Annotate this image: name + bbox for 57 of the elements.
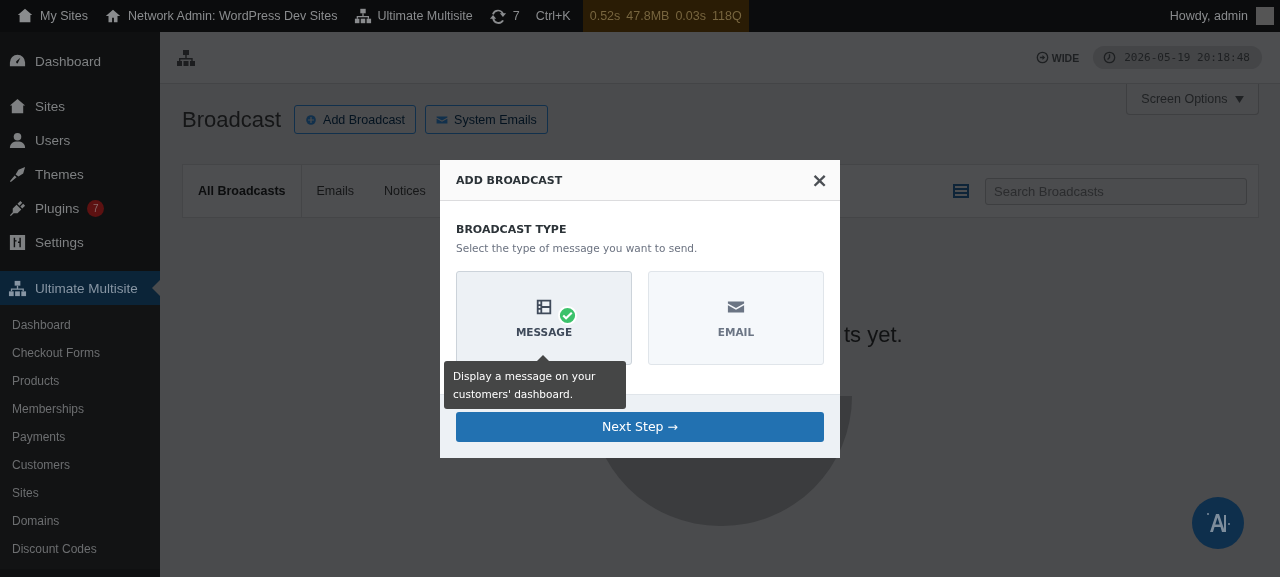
avatar: [1256, 7, 1274, 25]
submenu-item[interactable]: Products: [0, 367, 160, 395]
admin-bar-link[interactable]: Network Admin: WordPress Dev Sites: [95, 0, 346, 32]
submenu-item[interactable]: Payments: [0, 423, 160, 451]
submenu-item[interactable]: Checkout Forms: [0, 339, 160, 367]
submenu-item[interactable]: Sites: [0, 479, 160, 507]
header-button[interactable]: System Emails: [425, 105, 548, 134]
menu-item[interactable]: Plugins 7: [0, 191, 160, 225]
admin-bar-link[interactable]: Ctrl+K: [527, 0, 579, 32]
ai-assistant-button[interactable]: [1192, 497, 1244, 549]
performance-stat: 0.52s: [589, 9, 621, 23]
menu-item[interactable]: Sites: [0, 89, 160, 123]
menu-item[interactable]: Themes: [0, 157, 160, 191]
plug-icon: [8, 198, 27, 218]
performance-stat: 47.8MB: [626, 9, 670, 23]
sitemap-icon: [8, 278, 27, 298]
close-button[interactable]: ×: [809, 168, 830, 192]
refresh-icon: [488, 7, 507, 25]
broadcast-type-option[interactable]: EMAIL: [648, 271, 824, 365]
header-button[interactable]: Add Broadcast: [294, 105, 417, 134]
submenu-item[interactable]: Discount Codes: [0, 535, 160, 563]
brush-icon: [8, 164, 27, 184]
sitemap-icon: [353, 7, 372, 25]
arrow-circle-icon: [1035, 51, 1049, 64]
submenu-item[interactable]: Customers: [0, 451, 160, 479]
envelope-icon: [436, 113, 449, 126]
performance-stat: 118Q: [712, 9, 742, 23]
user-icon: [8, 130, 27, 150]
submenu-item[interactable]: Dashboard: [0, 311, 160, 339]
layout-panel-icon: [535, 298, 553, 316]
caret-icon: [1235, 96, 1244, 103]
update-count-badge: 7: [87, 199, 105, 217]
account-link[interactable]: Howdy, admin: [1161, 0, 1256, 32]
admin-bar-link[interactable]: 7: [480, 0, 528, 32]
submenu-item[interactable]: Memberships: [0, 395, 160, 423]
sitemap-icon: [176, 47, 196, 68]
menu-item[interactable]: Users: [0, 123, 160, 157]
menu-item[interactable]: Dashboard: [0, 44, 160, 78]
tooltip-pointer: [537, 355, 549, 361]
submenu-item[interactable]: Domains: [0, 507, 160, 535]
tab[interactable]: All Broadcasts: [183, 165, 302, 217]
broadcast-type-option[interactable]: MESSAGE: [456, 271, 632, 365]
next-step-button[interactable]: Next Step →: [456, 411, 824, 442]
clock-icon: [1103, 51, 1117, 64]
menu-item[interactable]: Settings: [0, 225, 160, 259]
empty-state-text: ts yet.: [844, 322, 903, 348]
performance-stat: 0.03s: [675, 9, 706, 23]
dialog-title: ADD BROADCAST: [456, 173, 563, 187]
home-icon: [103, 7, 122, 25]
check-circle-icon: [558, 306, 577, 325]
plus-circle-icon: [305, 113, 318, 126]
admin-bar-link[interactable]: Ultimate Multisite: [345, 0, 481, 32]
section-heading: BROADCAST TYPE: [456, 223, 568, 236]
section-description: Select the type of message you want to send.: [456, 242, 699, 254]
tooltip: Display a message on your customers' dashboard.: [444, 361, 626, 409]
admin-bar-link[interactable]: My Sites: [8, 0, 96, 32]
menu-item[interactable]: Ultimate Multisite: [0, 271, 160, 305]
